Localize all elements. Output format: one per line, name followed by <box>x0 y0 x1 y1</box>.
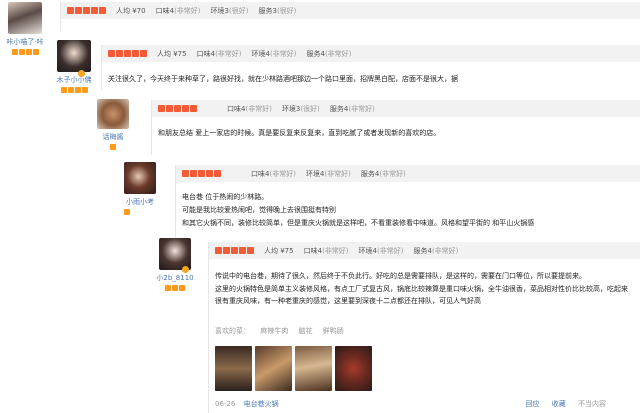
reviewer-name[interactable]: 咔小喵了·咔 <box>4 37 46 47</box>
reviewer-2: 木子小小佛 <box>50 40 98 93</box>
score-taste: 口味4(非常好) <box>251 169 296 178</box>
score-service: 服务4(非常好) <box>360 169 406 178</box>
review-photo[interactable] <box>215 346 252 391</box>
user-level-stars <box>4 49 46 55</box>
review-photos <box>215 346 372 391</box>
rating-stars <box>158 105 197 112</box>
reviewer-1: 咔小喵了·咔 <box>4 2 46 55</box>
reply-button[interactable]: 回应 <box>526 400 540 408</box>
shop-link[interactable]: 电台巷火锅 <box>244 400 279 408</box>
score-environment: 环境4(非常好) <box>251 49 297 58</box>
user-level-stars <box>92 144 134 150</box>
score-taste: 口味4(非常好) <box>303 246 349 255</box>
review-header: 口味4(非常好) 环境3(很好) 服务4(非常好) <box>152 100 640 117</box>
reviewer-name[interactable]: 木子小小佛 <box>50 75 98 85</box>
review-date: 06-26 <box>215 400 236 408</box>
review-text: 和朋友总结 爱上一家店的时候。真是要反复来反复来，直到吃腻了或者发现新的喜欢的店… <box>158 129 441 137</box>
score-taste: 口味4(非常好) <box>227 104 272 113</box>
dish-tag[interactable]: 鲜鸭肠 <box>323 327 344 335</box>
score-service: 服务4(非常好) <box>306 49 352 58</box>
review-header: 人均 ¥75 口味4(非常好) 环境4(非常好) 服务4(非常好) <box>102 45 640 62</box>
favorite-dishes: 喜欢的菜： 麻辣牛肉 脑花 鲜鸭肠 <box>215 327 344 335</box>
avg-price: 人均 ¥75 <box>157 49 187 58</box>
review-card: 人均 ¥75 口味4(非常好) 环境4(非常好) 服务4(非常好) 传说中的电台… <box>208 242 640 413</box>
reviewer-3: 话梅酱 <box>92 99 134 150</box>
review-header: 人均 ¥75 口味4(非常好) 环境4(非常好) 服务4(非常好) <box>209 242 640 259</box>
review-photo[interactable] <box>335 346 372 391</box>
score-environment: 环境4(非常好) <box>305 169 351 178</box>
review-text: 关注很久了，今天终于来种草了，路很好找，就在少林路酒吧那边一个路口里面，招牌黑白… <box>108 75 458 83</box>
review-photo[interactable] <box>255 346 292 391</box>
v-badge-icon <box>78 70 85 77</box>
score-taste: 口味4(非常好) <box>196 49 242 58</box>
score-service: 服务3(很好) <box>258 6 297 15</box>
favorite-button[interactable]: 收藏 <box>552 400 566 408</box>
avg-price: 人均 ¥70 <box>116 6 146 15</box>
avg-price: 人均 ¥75 <box>264 246 294 255</box>
score-service: 服务4(非常好) <box>329 104 375 113</box>
avatar[interactable] <box>8 2 42 34</box>
dish-tag[interactable]: 脑花 <box>298 327 312 335</box>
reviewer-5: 小2b_8110 <box>152 238 198 291</box>
review-text: 电台巷 位于热闹的少林路。 可能是我比较爱热闹吧，觉得晚上去很围挺有特别 和其它… <box>182 193 535 227</box>
user-level-stars <box>152 285 198 291</box>
rating-stars <box>215 247 254 254</box>
rating-stars <box>108 50 147 57</box>
score-environment: 环境4(非常好) <box>358 246 404 255</box>
reviewer-4: 小雨小考 <box>118 162 162 215</box>
score-service: 服务4(非常好) <box>413 246 459 255</box>
review-footer: 06-26 电台巷火锅 <box>215 399 279 409</box>
rating-stars <box>67 7 106 14</box>
user-level-stars <box>118 209 162 215</box>
avatar[interactable] <box>57 40 91 72</box>
review-photo[interactable] <box>295 346 332 391</box>
reviewer-name[interactable]: 小雨小考 <box>118 197 162 207</box>
review-card: 人均 ¥75 口味4(非常好) 环境4(非常好) 服务4(非常好) 关注很久了，… <box>101 45 640 90</box>
report-button[interactable]: 不当内容 <box>578 400 606 408</box>
review-actions: 回应 收藏 不当内容 <box>516 399 606 409</box>
review-card: 口味4(非常好) 环境4(非常好) 服务4(非常好) 电台巷 位于热闹的少林路。… <box>175 165 640 237</box>
score-taste: 口味4(非常好) <box>155 6 201 15</box>
avatar[interactable] <box>124 162 156 194</box>
review-card: 口味4(非常好) 环境3(很好) 服务4(非常好) 和朋友总结 爱上一家店的时候… <box>151 100 640 155</box>
reviewer-name[interactable]: 小2b_8110 <box>152 273 198 283</box>
avatar[interactable] <box>97 99 129 129</box>
v-badge-icon <box>182 266 189 273</box>
review-text: 传说中的电台巷，期待了很久，然后终于不负此行。好吃的总是需要排队，是这样的，需要… <box>215 272 628 305</box>
review-header: 口味4(非常好) 环境4(非常好) 服务4(非常好) <box>176 165 640 182</box>
score-environment: 环境3(很好) <box>281 104 320 113</box>
review-card: 人均 ¥70 口味4(非常好) 环境3(很好) 服务3(很好) <box>60 2 640 32</box>
dish-tag[interactable]: 麻辣牛肉 <box>260 327 288 335</box>
reviewer-name[interactable]: 话梅酱 <box>92 132 134 142</box>
user-level-stars <box>50 87 98 93</box>
rating-stars <box>182 170 221 177</box>
review-header: 人均 ¥70 口味4(非常好) 环境3(很好) 服务3(很好) <box>61 2 640 19</box>
score-environment: 环境3(很好) <box>210 6 249 15</box>
